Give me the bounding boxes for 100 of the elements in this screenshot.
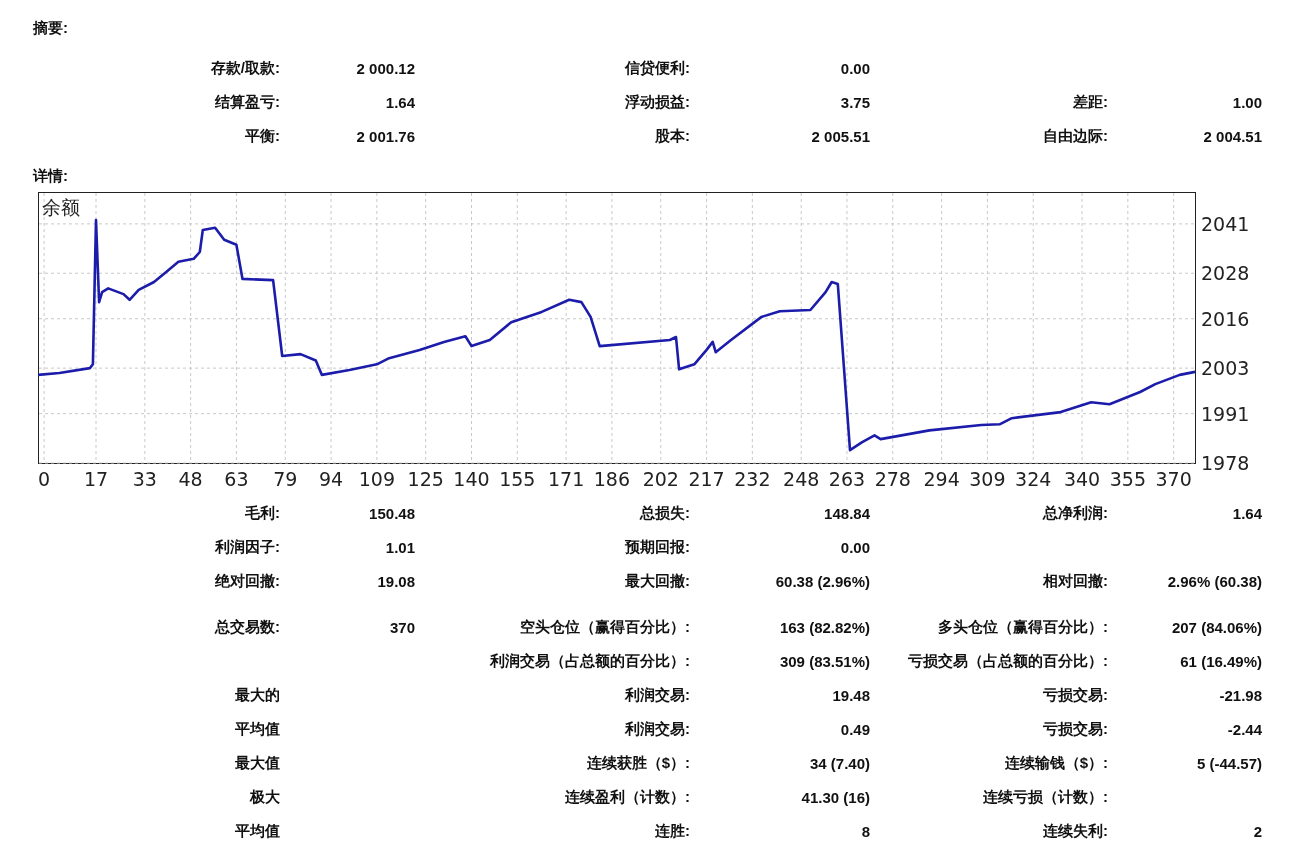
- stat-label: 总交易数:: [215, 617, 280, 635]
- stat-value: 1.64: [385, 93, 415, 111]
- stat-value: -2.44: [1227, 720, 1262, 738]
- x-tick-label: 217: [688, 468, 725, 490]
- x-tick-label: 94: [318, 468, 344, 490]
- y-tick-label: 2003: [1201, 357, 1250, 380]
- x-tick-label: 63: [224, 468, 249, 490]
- stat-label: 相对回撤:: [1043, 571, 1108, 589]
- stat-value: 1.01: [385, 538, 415, 556]
- stat-value: 8: [861, 822, 870, 840]
- stat-label: 连续失利:: [1043, 821, 1108, 839]
- stat-label: 空头仓位（赢得百分比）:: [520, 617, 690, 635]
- stat-value: 3.75: [840, 93, 870, 111]
- section-heading: 摘要:: [32, 18, 69, 38]
- stat-value: 207 (84.06%): [1171, 618, 1262, 636]
- stat-value: 163 (82.82%): [779, 618, 870, 636]
- stat-label: 总损失:: [640, 503, 690, 521]
- stat-value: 60.38 (2.96%): [775, 572, 870, 590]
- x-tick-label: 278: [874, 468, 911, 490]
- stat-label: 自由边际:: [1043, 126, 1108, 144]
- x-tick-label: 79: [273, 468, 298, 490]
- stat-value: 2 004.51: [1203, 127, 1262, 145]
- stat-label: 亏损交易:: [1043, 685, 1108, 703]
- x-tick-label: 309: [969, 468, 1006, 490]
- stat-label: 利润交易:: [625, 719, 690, 737]
- stat-label: 浮动损益:: [625, 92, 690, 110]
- x-tick-label: 248: [783, 468, 820, 490]
- stat-label: 连续输钱（$）:: [1004, 753, 1108, 771]
- stat-label: 最大回撤:: [625, 571, 690, 589]
- stat-label: 利润交易:: [625, 685, 690, 703]
- y-tick-label: 1978: [1201, 452, 1250, 474]
- x-tick-label: 0: [38, 468, 51, 490]
- chart-title: 余额: [42, 196, 80, 218]
- stat-value: 0.00: [840, 538, 870, 556]
- stat-value: 2 000.12: [356, 59, 415, 77]
- stat-label: 毛利:: [245, 503, 280, 521]
- stat-label: 结算盈亏:: [215, 92, 280, 110]
- stat-label: 最大的: [235, 685, 280, 703]
- stat-label: 利润交易（占总额的百分比）:: [490, 651, 690, 669]
- section-heading: 详情:: [31, 166, 69, 186]
- x-tick-label: 17: [83, 468, 109, 490]
- stat-label: 平均值: [235, 821, 280, 839]
- x-tick-label: 294: [923, 468, 960, 490]
- stat-value: 370: [389, 618, 415, 636]
- stat-label: 绝对回撤:: [215, 571, 280, 589]
- stat-value: 2 001.76: [356, 127, 415, 145]
- stat-value: 34 (7.40): [809, 754, 870, 772]
- y-tick-label: 2016: [1201, 307, 1250, 330]
- stat-label: 连续获胜（$）:: [586, 753, 690, 771]
- x-tick-label: 33: [132, 468, 157, 490]
- stat-label: 亏损交易（占总额的百分比）:: [908, 651, 1108, 669]
- stat-value: 41.30 (16): [801, 788, 870, 806]
- x-tick-label: 171: [548, 468, 585, 490]
- stat-label: 连续盈利（计数）:: [565, 787, 690, 805]
- stat-label: 存款/取款:: [210, 58, 280, 76]
- stat-value: 5 (-44.57): [1196, 754, 1262, 772]
- x-tick-label: 48: [178, 468, 203, 490]
- stat-label: 多头仓位（赢得百分比）:: [938, 617, 1108, 635]
- stat-label: 极大: [250, 787, 280, 805]
- stat-value: 148.84: [824, 504, 870, 522]
- stat-value: 2: [1253, 822, 1262, 840]
- x-tick-label: 202: [642, 468, 679, 490]
- stat-value: 2.96% (60.38): [1167, 572, 1262, 590]
- stat-label: 预期回报:: [625, 537, 690, 555]
- stat-value: 2 005.51: [811, 127, 870, 145]
- x-tick-label: 340: [1063, 468, 1101, 490]
- stat-value: 309 (83.51%): [779, 652, 870, 670]
- stat-label: 连续亏损（计数）:: [983, 787, 1108, 805]
- stat-value: 19.48: [832, 686, 870, 704]
- x-tick-label: 370: [1155, 468, 1192, 490]
- stat-label: 信贷便利:: [625, 58, 690, 76]
- stat-value: -21.98: [1219, 686, 1262, 704]
- stat-label: 连胜:: [655, 821, 690, 839]
- stat-value: 150.48: [369, 504, 415, 522]
- stat-value: 1.00: [1232, 93, 1262, 111]
- x-tick-label: 232: [734, 468, 771, 490]
- stat-label: 股本:: [655, 126, 690, 144]
- y-tick-label: 2028: [1201, 262, 1250, 285]
- stat-label: 平衡:: [245, 126, 280, 144]
- stat-label: 差距:: [1073, 92, 1108, 110]
- x-tick-label: 109: [358, 468, 395, 490]
- stat-label: 总净利润:: [1043, 503, 1108, 521]
- x-tick-label: 140: [453, 468, 490, 490]
- stat-value: 0.49: [840, 720, 870, 738]
- x-tick-label: 324: [1015, 468, 1052, 490]
- stat-label: 亏损交易:: [1043, 719, 1108, 737]
- stat-label: 利润因子:: [215, 537, 280, 555]
- stat-value: 19.08: [377, 572, 415, 590]
- y-tick-label: 1991: [1201, 402, 1250, 425]
- x-tick-label: 355: [1109, 468, 1146, 490]
- x-tick-label: 263: [828, 468, 866, 490]
- stat-label: 最大值: [235, 753, 280, 771]
- y-tick-label: 2041: [1201, 212, 1250, 235]
- x-tick-label: 125: [407, 468, 444, 490]
- stat-value: 0.00: [840, 59, 870, 77]
- stat-value: 1.64: [1232, 504, 1262, 522]
- x-tick-label: 186: [593, 468, 631, 490]
- x-tick-label: 155: [499, 468, 536, 490]
- stat-value: 61 (16.49%): [1180, 652, 1262, 670]
- stat-label: 平均值: [235, 719, 280, 737]
